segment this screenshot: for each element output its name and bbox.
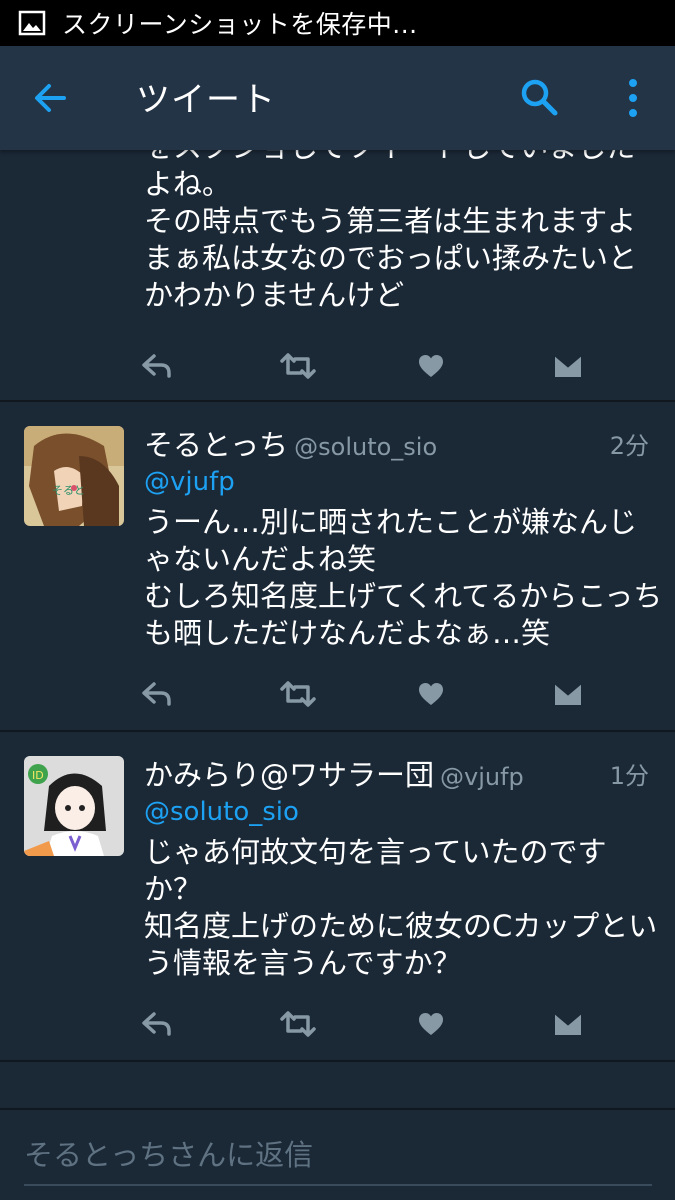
reply-input[interactable]: そるとっちさんに返信 bbox=[24, 1132, 652, 1186]
retweet-icon[interactable] bbox=[278, 676, 318, 712]
svg-text:ID: ID bbox=[32, 769, 44, 782]
like-icon[interactable] bbox=[411, 1006, 451, 1042]
mention-link[interactable]: @vjufp bbox=[144, 467, 235, 497]
search-icon[interactable] bbox=[518, 76, 560, 118]
app-bar: ツイート bbox=[0, 46, 675, 150]
tweet-text: うーん…別に晒されたことが嫌なんじゃないんだよね笑 むしろ知名度上げてくれてるか… bbox=[144, 505, 663, 650]
status-bar: スクリーンショットを保存中... bbox=[0, 0, 675, 46]
image-icon bbox=[18, 10, 46, 36]
tweet-item[interactable]: ID かみらり@ワサラー団 @vjufp 1分 @soluto_sio じゃあ何故… bbox=[0, 730, 675, 1062]
tweet-item[interactable]: をスクショしてツイートしていましたよね。 その時点でもう第三者は生まれますよ ま… bbox=[0, 150, 675, 402]
retweet-icon[interactable] bbox=[278, 1006, 318, 1042]
direct-message-icon[interactable] bbox=[548, 676, 588, 712]
user-name: かみらり@ワサラー団 bbox=[144, 758, 435, 792]
tweet-text: をスクショしてツイートしていましたよね。 その時点でもう第三者は生まれますよ ま… bbox=[144, 150, 638, 312]
tweet-actions bbox=[0, 348, 675, 388]
tweet-time: 2分 bbox=[609, 432, 649, 460]
more-vertical-icon[interactable] bbox=[620, 76, 646, 120]
status-text: スクリーンショットを保存中... bbox=[62, 10, 418, 39]
avatar[interactable]: ID bbox=[24, 756, 124, 856]
display-name[interactable]: そるとっち @soluto_sio bbox=[144, 422, 437, 464]
page-title: ツイート bbox=[136, 80, 276, 120]
tweet-item[interactable]: そると そるとっち @soluto_sio 2分 @vjufp うーん…別に晒され… bbox=[0, 400, 675, 732]
retweet-icon[interactable] bbox=[278, 348, 318, 384]
divider bbox=[0, 1108, 675, 1110]
user-handle: @vjufp bbox=[440, 763, 524, 791]
tweet-actions bbox=[0, 676, 675, 716]
reply-compose-area: そるとっちさんに返信 bbox=[0, 1062, 675, 1200]
display-name[interactable]: かみらり@ワサラー団 @vjufp bbox=[144, 752, 524, 794]
arrow-left-icon[interactable] bbox=[30, 78, 70, 118]
direct-message-icon[interactable] bbox=[548, 348, 588, 384]
avatar[interactable]: そると bbox=[24, 426, 124, 526]
like-icon[interactable] bbox=[411, 676, 451, 712]
direct-message-icon[interactable] bbox=[548, 1006, 588, 1042]
tweet-text: じゃあ何故文句を言っていたのですか？ 知名度上げのために彼女のCカップという情報… bbox=[144, 835, 658, 980]
reply-icon[interactable] bbox=[137, 676, 177, 712]
reply-icon[interactable] bbox=[137, 348, 177, 384]
mention-link[interactable]: @soluto_sio bbox=[144, 797, 299, 827]
svg-text:そると: そると bbox=[52, 484, 85, 497]
tweet-actions bbox=[0, 1006, 675, 1046]
user-name: そるとっち bbox=[144, 428, 289, 462]
like-icon[interactable] bbox=[411, 348, 451, 384]
tweet-timeline: をスクショしてツイートしていましたよね。 その時点でもう第三者は生まれますよ ま… bbox=[0, 150, 675, 1062]
user-handle: @soluto_sio bbox=[294, 433, 438, 461]
tweet-time: 1分 bbox=[609, 762, 649, 790]
reply-icon[interactable] bbox=[137, 1006, 177, 1042]
